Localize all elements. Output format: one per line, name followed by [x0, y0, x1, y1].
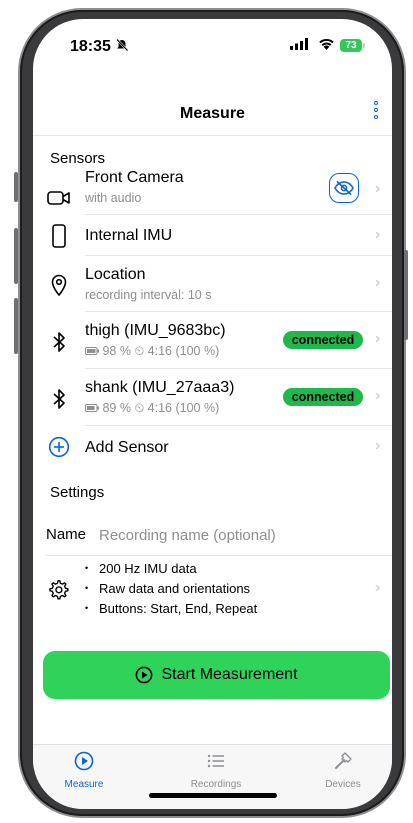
status-bar: 18:35 73 [33, 19, 392, 75]
chevron-right-icon: › [375, 274, 381, 291]
sensor-name: Internal IMU [85, 227, 173, 244]
chevron-right-icon: › [375, 330, 381, 347]
plus-circle-icon [47, 435, 71, 459]
tab-label: Recordings [190, 779, 242, 790]
start-measurement-label: Start Measurement [161, 666, 298, 683]
more-options-icon[interactable] [369, 100, 383, 128]
status-badge: connected [283, 331, 363, 349]
status-time: 18:35 [70, 38, 111, 55]
recording-name-row: Name [33, 516, 392, 556]
app-screen: 18:35 73 Measure Sensors Front Camera wi… [33, 19, 392, 809]
sensor-detail: 98 % ⏲ 4:16 (100 %) [85, 344, 219, 359]
navigation-bar: Measure [33, 75, 392, 136]
recording-name-input[interactable] [99, 521, 359, 549]
gear-icon [47, 579, 71, 603]
tab-label: Measure [64, 779, 104, 790]
sensor-name: Location [85, 266, 146, 283]
config-line: Raw data and orientations [85, 581, 250, 596]
side-button-volume-down [14, 298, 18, 354]
chevron-right-icon: › [375, 387, 381, 404]
recording-config-row[interactable]: 200 Hz IMU data Raw data and orientation… [33, 556, 392, 626]
tab-measure[interactable]: Measure [44, 751, 124, 790]
bell-muted-icon [115, 38, 129, 55]
tab-bar: Measure Recordings Devices [33, 744, 392, 809]
play-circle-icon [136, 666, 153, 684]
status-badge: connected [283, 388, 363, 406]
side-button-mute [14, 172, 18, 202]
home-indicator [149, 793, 277, 798]
phone-icon [47, 224, 71, 248]
sensor-row-shank-imu[interactable]: shank (IMU_27aaa3) 89 % ⏲ 4:16 (100 %) c… [33, 369, 392, 426]
settings-header: Settings [50, 484, 105, 501]
start-measurement-button[interactable]: Start Measurement [43, 651, 390, 699]
sensor-detail: 89 % ⏲ 4:16 (100 %) [85, 401, 219, 416]
battery-indicator: 73 [340, 39, 365, 52]
camera-preview-toggle[interactable] [329, 173, 359, 203]
sensor-row-front-camera[interactable]: Front Camera with audio › [33, 169, 392, 215]
tab-recordings[interactable]: Recordings [176, 751, 256, 790]
eye-slash-icon [334, 181, 354, 195]
page-title: Measure [180, 105, 245, 122]
side-button-volume-up [14, 228, 18, 284]
sensors-header: Sensors [50, 150, 106, 167]
chevron-right-icon: › [375, 180, 381, 197]
config-line: Buttons: Start, End, Repeat [85, 601, 257, 616]
bluetooth-icon [47, 387, 71, 411]
tab-devices[interactable]: Devices [303, 751, 383, 790]
battery-level-icon [85, 347, 99, 355]
location-pin-icon [47, 273, 71, 297]
add-sensor-row[interactable]: Add Sensor › [33, 426, 392, 468]
hammer-icon [335, 752, 352, 769]
add-sensor-label: Add Sensor [85, 439, 169, 456]
sensor-row-internal-imu[interactable]: Internal IMU › [33, 215, 392, 256]
sensor-detail: with audio [85, 191, 142, 205]
wifi-icon [318, 37, 335, 53]
chevron-right-icon: › [375, 226, 381, 243]
battery-level-icon [85, 404, 99, 412]
chevron-right-icon: › [375, 437, 381, 454]
chevron-right-icon: › [375, 579, 381, 596]
sensor-row-thigh-imu[interactable]: thigh (IMU_9683bc) 98 % ⏲ 4:16 (100 %) c… [33, 312, 392, 369]
config-line: 200 Hz IMU data [85, 561, 196, 576]
bluetooth-icon [47, 330, 71, 354]
signal-icon [290, 37, 310, 53]
sensor-name: thigh (IMU_9683bc) [85, 322, 226, 339]
sensor-name: Front Camera [85, 169, 184, 186]
play-circle-icon [74, 751, 94, 771]
side-button-power [404, 250, 408, 340]
name-label: Name [46, 526, 87, 543]
tab-label: Devices [325, 779, 361, 790]
sensor-row-location[interactable]: Location recording interval: 10 s › [33, 256, 392, 312]
sensor-name: shank (IMU_27aaa3) [85, 379, 235, 396]
sensor-detail: recording interval: 10 s [85, 288, 212, 302]
video-camera-icon [47, 186, 71, 210]
list-icon [207, 754, 224, 768]
